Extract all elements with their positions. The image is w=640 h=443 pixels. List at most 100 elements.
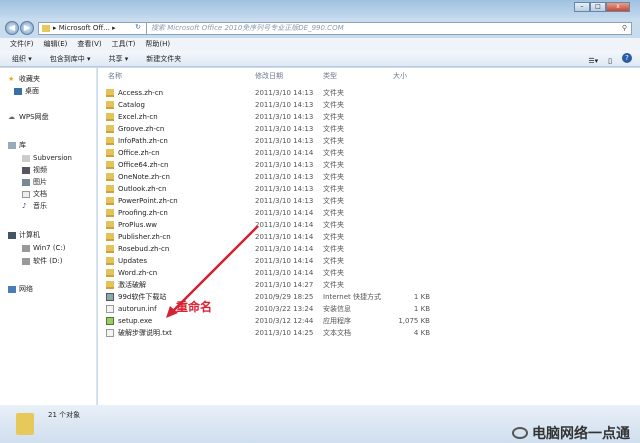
sidebar-item-network[interactable]: 网络 — [8, 284, 33, 295]
file-type: 文件夹 — [323, 257, 344, 265]
file-name: 99d软件下载站 — [118, 293, 167, 301]
sidebar-item-documents[interactable]: 文档 — [22, 189, 47, 200]
star-icon: ★ — [8, 74, 15, 83]
search-placeholder: 搜索 Microsoft Office 2010免序列号专业正版DE_990.C… — [151, 24, 344, 32]
file-type: Internet 快捷方式 — [323, 293, 382, 301]
title-bar: – □ x — [0, 0, 640, 18]
file-row[interactable]: Excel.zh-cn 2011/3/10 14:13 文件夹 — [98, 111, 640, 123]
file-row[interactable]: InfoPath.zh-cn 2011/3/10 14:13 文件夹 — [98, 135, 640, 147]
sidebar-item-pictures[interactable]: 图片 — [22, 177, 47, 188]
file-name: Groove.zh-cn — [118, 125, 165, 133]
sidebar-item-wps[interactable]: ☁ WPS网盘 — [8, 112, 49, 123]
file-row[interactable]: Office64.zh-cn 2011/3/10 14:13 文件夹 — [98, 159, 640, 171]
file-date: 2011/3/10 14:13 — [255, 185, 314, 193]
folder-icon — [106, 113, 114, 121]
item-count: 21 个对象 — [48, 411, 81, 419]
file-size: 4 KB — [413, 329, 430, 337]
file-row[interactable]: 激活破解 2011/3/10 14:27 文件夹 — [98, 279, 640, 291]
search-input[interactable]: 搜索 Microsoft Office 2010免序列号专业正版DE_990.C… — [146, 22, 632, 35]
file-type: 安装信息 — [323, 305, 351, 313]
folder-icon — [106, 221, 114, 229]
sidebar-item-desktop[interactable]: 桌面 — [14, 86, 39, 97]
file-name: 破解步骤说明.txt — [118, 329, 172, 337]
folder-icon — [106, 233, 114, 241]
menu-edit[interactable]: 编辑(E) — [44, 38, 68, 51]
sidebar-item-drive-d[interactable]: 软件 (D:) — [22, 256, 62, 267]
menu-tools[interactable]: 工具(T) — [112, 38, 136, 51]
file-row[interactable]: OneNote.zh-cn 2011/3/10 14:13 文件夹 — [98, 171, 640, 183]
column-header-name[interactable]: 名称 — [108, 71, 122, 81]
file-type: 文件夹 — [323, 125, 344, 133]
folder-icon — [106, 101, 114, 109]
file-type: 文件夹 — [323, 185, 344, 193]
file-row[interactable]: Rosebud.zh-cn 2011/3/10 14:14 文件夹 — [98, 243, 640, 255]
file-row[interactable]: Word.zh-cn 2011/3/10 14:14 文件夹 — [98, 267, 640, 279]
new-folder-button[interactable]: 新建文件夹 — [146, 51, 181, 66]
share-button[interactable]: 共享 ▾ — [109, 51, 129, 66]
file-row[interactable]: Access.zh-cn 2011/3/10 14:13 文件夹 — [98, 87, 640, 99]
view-options-icon[interactable]: ☰▾ — [588, 53, 598, 69]
file-name: Excel.zh-cn — [118, 113, 158, 121]
help-icon[interactable]: ? — [622, 53, 632, 63]
link-icon — [106, 293, 114, 301]
file-type: 文件夹 — [323, 197, 344, 205]
sidebar-item-subversion[interactable]: Subversion — [22, 153, 72, 164]
file-name: Office64.zh-cn — [118, 161, 169, 169]
label: 库 — [19, 141, 26, 149]
file-row[interactable]: Publisher.zh-cn 2011/3/10 14:14 文件夹 — [98, 231, 640, 243]
file-row[interactable]: Groove.zh-cn 2011/3/10 14:13 文件夹 — [98, 123, 640, 135]
file-date: 2011/3/10 14:13 — [255, 125, 314, 133]
cloud-icon: ☁ — [8, 112, 15, 121]
file-name: OneNote.zh-cn — [118, 173, 170, 181]
close-button[interactable]: x — [606, 2, 630, 12]
file-name: Office.zh-cn — [118, 149, 160, 157]
file-row[interactable]: PowerPoint.zh-cn 2011/3/10 14:13 文件夹 — [98, 195, 640, 207]
preview-pane-icon[interactable]: ▯ — [608, 53, 612, 69]
desktop-icon — [14, 87, 22, 95]
label: 网络 — [19, 285, 33, 293]
video-icon — [22, 166, 30, 174]
sidebar-item-favorites[interactable]: ★ 收藏夹 — [8, 74, 40, 85]
file-date: 2011/3/10 14:14 — [255, 269, 314, 277]
menu-help[interactable]: 帮助(H) — [145, 38, 170, 51]
rename-annotation: 重命名 — [176, 300, 213, 314]
file-row[interactable]: Outlook.zh-cn 2011/3/10 14:13 文件夹 — [98, 183, 640, 195]
file-row[interactable]: ProPlus.ww 2011/3/10 14:14 文件夹 — [98, 219, 640, 231]
back-button[interactable]: ◀ — [5, 21, 19, 35]
network-icon — [8, 285, 16, 293]
forward-button[interactable]: ▶ — [20, 21, 34, 35]
menu-file[interactable]: 文件(F) — [10, 38, 34, 51]
sidebar-item-library[interactable]: 库 — [8, 140, 26, 151]
column-header-size[interactable]: 大小 — [393, 71, 407, 81]
column-header-date[interactable]: 修改日期 — [255, 71, 283, 81]
file-row[interactable]: Catalog 2011/3/10 14:13 文件夹 — [98, 99, 640, 111]
file-row[interactable]: Proofing.zh-cn 2011/3/10 14:14 文件夹 — [98, 207, 640, 219]
sidebar-item-music[interactable]: ♪ 音乐 — [22, 201, 47, 212]
file-size: 1,075 KB — [398, 317, 430, 325]
sidebar-item-videos[interactable]: 视频 — [22, 165, 47, 176]
file-row[interactable]: Updates 2011/3/10 14:14 文件夹 — [98, 255, 640, 267]
refresh-button[interactable]: ↻ — [131, 22, 145, 35]
organize-button[interactable]: 组织 ▾ — [12, 51, 32, 66]
file-row[interactable]: Office.zh-cn 2011/3/10 14:14 文件夹 — [98, 147, 640, 159]
sidebar-item-computer[interactable]: 计算机 — [8, 230, 40, 241]
minimize-button[interactable]: – — [574, 2, 590, 12]
navigation-pane: ★ 收藏夹 桌面 ☁ WPS网盘 库 Subversion 视频 图片 文档 ♪ 音乐… — [0, 68, 97, 405]
menu-view[interactable]: 查看(V) — [77, 38, 101, 51]
file-name: Updates — [118, 257, 147, 265]
file-name: 激活破解 — [118, 281, 146, 289]
column-header-type[interactable]: 类型 — [323, 71, 337, 81]
folder-icon — [106, 269, 114, 277]
folder-icon — [106, 197, 114, 205]
label: 计算机 — [19, 231, 40, 239]
include-in-library-button[interactable]: 包含到库中 ▾ — [50, 51, 91, 66]
file-row[interactable]: setup.exe 2010/3/12 12:44 应用程序 1,075 KB — [98, 315, 640, 327]
sidebar-item-drive-c[interactable]: Win7 (C:) — [22, 243, 66, 254]
file-type: 文件夹 — [323, 269, 344, 277]
file-date: 2011/3/10 14:14 — [255, 257, 314, 265]
maximize-button[interactable]: □ — [590, 2, 606, 12]
file-date: 2011/3/10 14:13 — [255, 113, 314, 121]
folder-icon — [106, 281, 114, 289]
file-date: 2011/3/10 14:14 — [255, 209, 314, 217]
file-row[interactable]: 破解步骤说明.txt 2011/3/10 14:25 文本文档 4 KB — [98, 327, 640, 339]
